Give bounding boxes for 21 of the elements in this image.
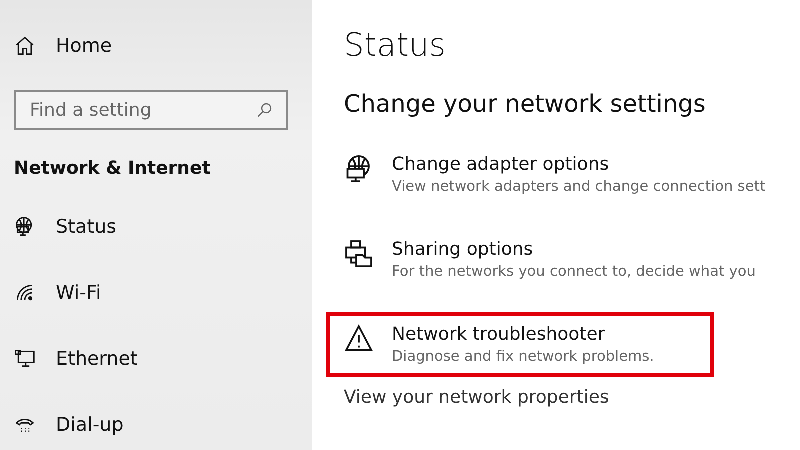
nav-item[interactable]: Status (56, 216, 117, 238)
search-field[interactable]: Find a setting (14, 90, 288, 130)
search-icon (256, 101, 274, 119)
monitor-icon (14, 348, 36, 370)
nav-item[interactable]: Dial-up (56, 414, 124, 436)
section-title: Network & Internet (14, 158, 212, 179)
warning-icon (344, 324, 374, 354)
option-description: For the networks you connect to, decide what you (392, 264, 756, 280)
option-description: View network adapters and change connection sett (392, 179, 766, 195)
home-link[interactable]: Home (56, 35, 112, 57)
nav-item[interactable]: Ethernet (56, 348, 138, 370)
printer-folder-icon (344, 239, 374, 269)
page-title: Status (344, 26, 447, 64)
network-properties-link[interactable]: View your network properties (344, 387, 800, 408)
home-icon (14, 35, 36, 57)
option-title[interactable]: Network troubleshooter (392, 324, 654, 345)
option-title[interactable]: Sharing options (392, 239, 756, 260)
option-description: Diagnose and fix network problems. (392, 349, 654, 365)
option-title[interactable]: Change adapter options (392, 154, 766, 175)
nav-item[interactable]: Wi-Fi (56, 282, 102, 304)
section-heading: Change your network settings (344, 90, 707, 118)
